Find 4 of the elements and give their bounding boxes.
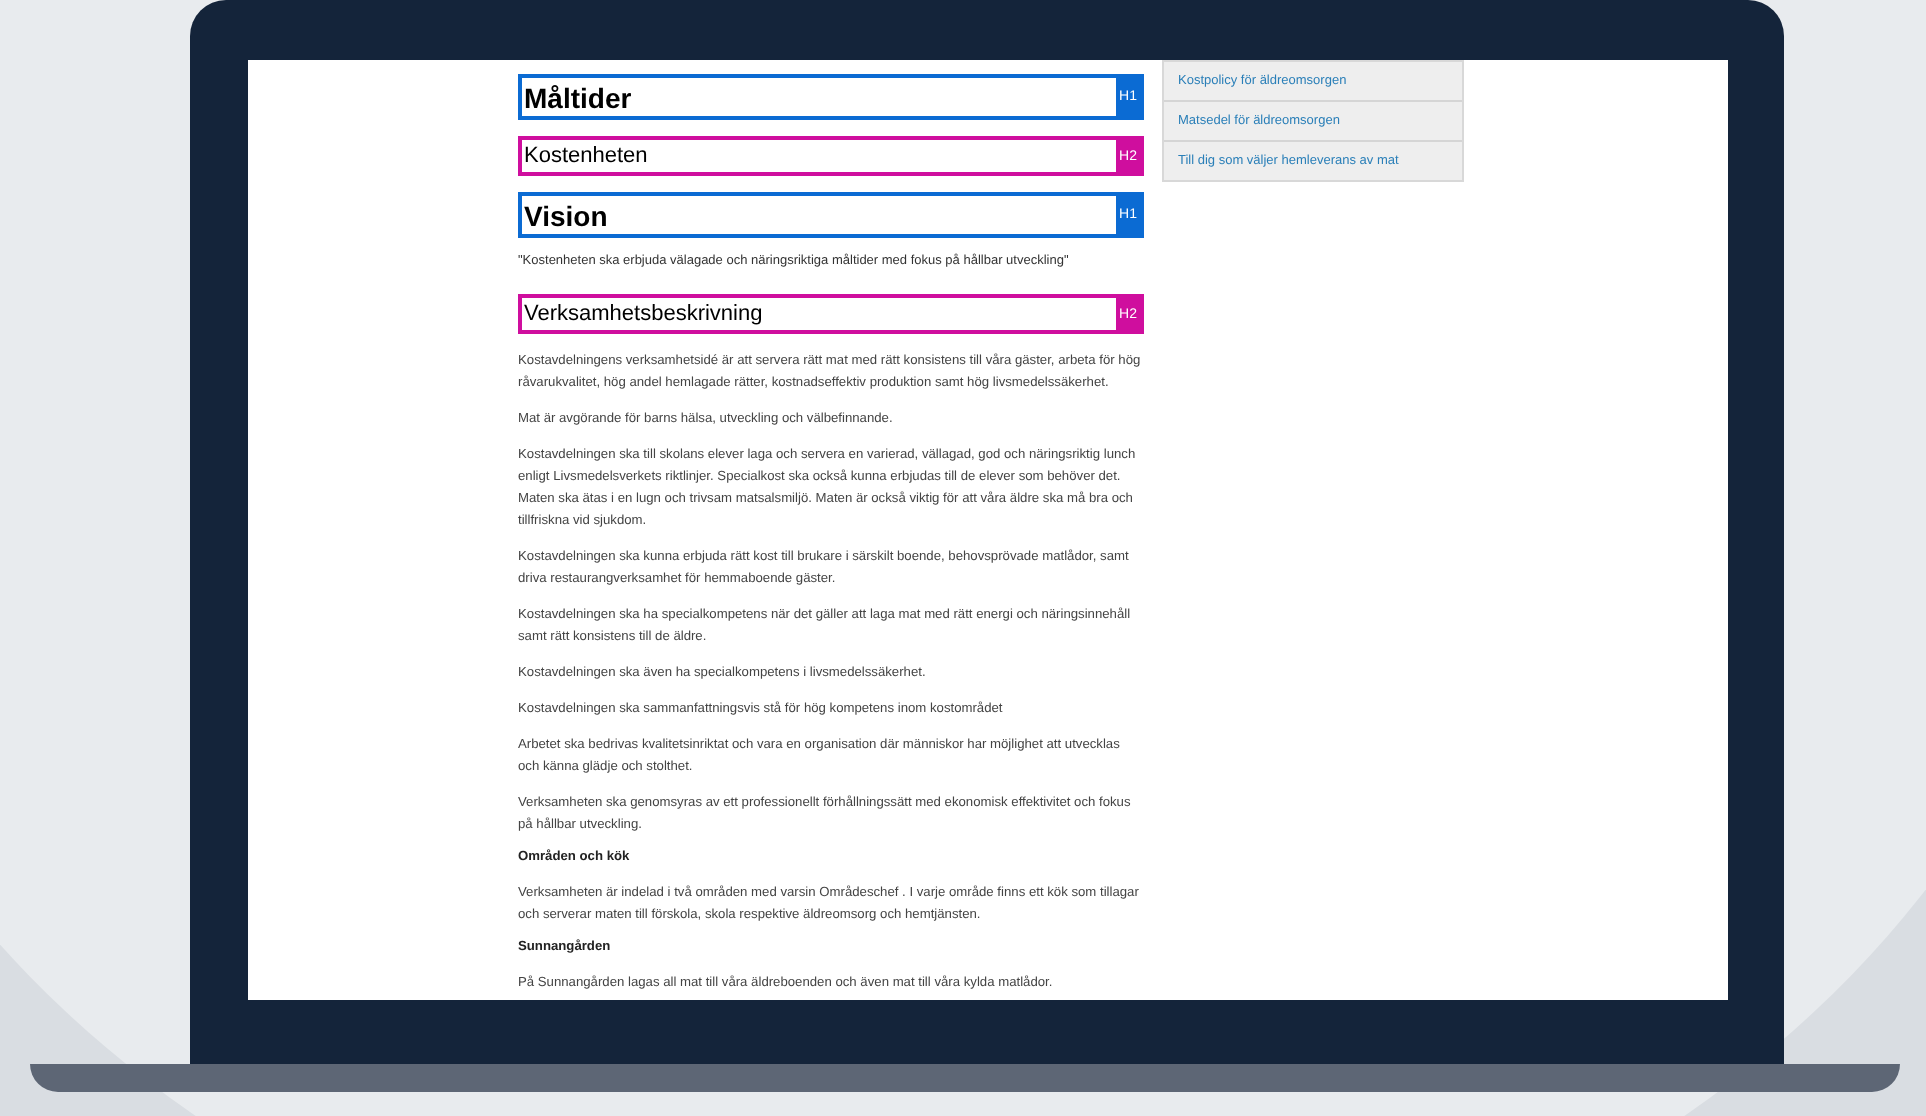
heading: Kostenheten <box>522 142 650 172</box>
heading: Vision <box>522 197 610 234</box>
heading: Verksamhetsbeskrivning <box>522 300 765 330</box>
heading: Måltider <box>522 79 634 116</box>
